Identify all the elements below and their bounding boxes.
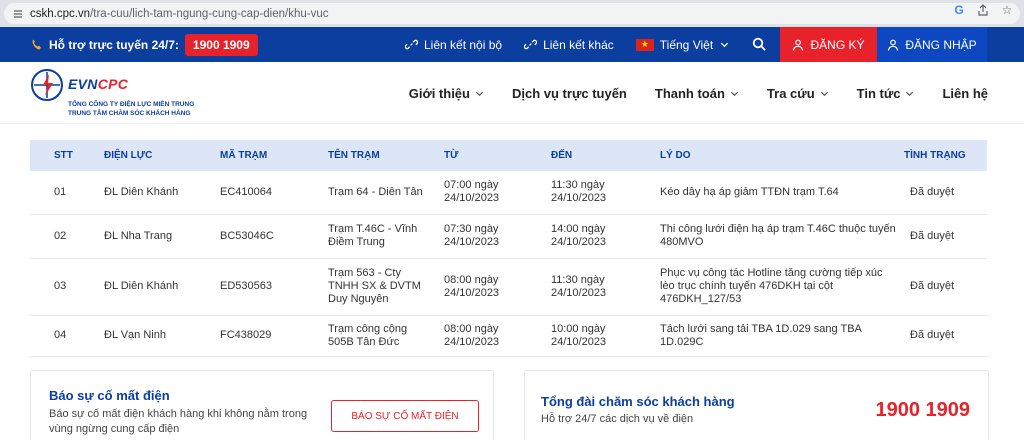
cell-tinh-trang: Đã duyệt: [910, 329, 955, 341]
share-icon[interactable]: [976, 3, 990, 17]
login-button[interactable]: ĐĂNG NHẬP: [877, 27, 987, 62]
support-hotline-number[interactable]: 1900 1909: [875, 399, 970, 422]
nav-item-thanh-toan[interactable]: Thanh toán: [655, 86, 739, 101]
support-card-description: Hỗ trợ 24/7 các dịch vụ về điện: [541, 413, 694, 425]
cell-dien-luc: ĐL Vạn Ninh: [104, 329, 166, 341]
site-header: EVNCPC TỔNG CÔNG TY ĐIỆN LỰC MIỀN TRUNG …: [0, 62, 1024, 124]
cell-ly-do: Tách lưới sang tải TBA 1D.029 sang TBA 1…: [660, 322, 862, 348]
report-outage-button[interactable]: BÁO SỰ CỐ MẤT ĐIỆN: [331, 400, 479, 432]
chevron-down-icon: [475, 89, 484, 98]
browser-toolbar: cskh.cpc.vn/tra-cuu/lich-tam-ngung-cung-…: [0, 0, 1024, 27]
report-card-description: Báo sự cố mất điện khách hàng khi không …: [49, 408, 308, 435]
report-outage-card: Báo sự cố mất điện Báo sự cố mất điện kh…: [30, 370, 494, 440]
logo-subtitle-2: TRUNG TÂM CHĂM SÓC KHÁCH HÀNG: [68, 110, 191, 117]
cell-ten-tram: Trạm 563 - Cty TNHH SX & DVTM Duy Nguyên: [328, 267, 421, 305]
address-bar[interactable]: cskh.cpc.vn/tra-cuu/lich-tam-ngung-cung-…: [4, 3, 1020, 24]
logo-wordmark: EVNCPC: [68, 76, 129, 92]
cell-ma-tram: FC438029: [220, 329, 272, 341]
cell-dien-luc: ĐL Diên Khánh: [104, 185, 179, 198]
nav-item-gioi-thieu[interactable]: Giới thiệu: [409, 86, 484, 101]
table-header-row: STT ĐIỆN LỰC MÃ TRẠM TÊN TRẠM TỪ ĐẾN LÝ …: [30, 140, 987, 171]
header-tinh-trang: TÌNH TRẠNG: [904, 150, 966, 161]
google-icon[interactable]: G: [952, 3, 966, 17]
header-den: ĐẾN: [551, 150, 573, 161]
language-selector[interactable]: ★ Tiếng Việt: [635, 38, 729, 52]
chevron-down-icon: [905, 89, 914, 98]
nav-item-tra-cuu[interactable]: Tra cứu: [767, 86, 829, 101]
cell-tu: 08:00 ngày 24/10/2023: [444, 322, 500, 348]
hotline-number[interactable]: 1900 1909: [184, 33, 258, 56]
cell-stt: 03: [54, 280, 67, 292]
cell-tu: 07:30 ngày 24/10/2023: [444, 223, 500, 248]
report-card-title: Báo sự cố mất điện: [49, 388, 170, 403]
site-info-icon[interactable]: [12, 8, 24, 20]
evncpc-logo[interactable]: EVNCPC TỔNG CÔNG TY ĐIỆN LỰC MIỀN TRUNG …: [30, 68, 220, 120]
internal-link[interactable]: Liên kết nội bộ: [405, 38, 502, 52]
cell-tinh-trang: Đã duyệt: [910, 280, 955, 292]
register-button[interactable]: ĐĂNG KÝ: [780, 27, 877, 62]
cell-dien-luc: ĐL Nha Trang: [104, 229, 173, 242]
cell-stt: 02: [54, 229, 67, 242]
link-icon: [405, 38, 418, 51]
cell-stt: 01: [54, 185, 67, 198]
cell-ly-do: Kéo dây hạ áp giảm TTĐN trạm T.64: [660, 185, 839, 198]
search-icon[interactable]: [752, 37, 767, 52]
external-link[interactable]: Liên kết khác: [524, 38, 614, 52]
phone-icon: [30, 38, 44, 52]
main-nav: Giới thiệu Dịch vụ trực tuyến Thanh toán…: [381, 62, 988, 124]
header-stt: STT: [54, 150, 73, 161]
cell-ten-tram: Trạm T.46C - Vĩnh Điềm Trung: [328, 223, 418, 248]
table-row: 01 ĐL Diên Khánh EC410064 Trạm 64 - Diên…: [30, 171, 987, 214]
header-ten-tram: TÊN TRẠM: [328, 150, 380, 161]
cell-tu: 07:00 ngày 24/10/2023: [444, 179, 500, 205]
vietnam-flag-icon: ★: [635, 38, 654, 51]
header-ly-do: LÝ DO: [660, 150, 691, 161]
hotline: Hỗ trợ trực tuyến 24/7: 1900 1909: [30, 27, 258, 62]
chevron-down-icon: [720, 40, 729, 49]
cell-ly-do: Thi công lưới điện hạ áp trạm T.46C thuộ…: [660, 223, 896, 248]
cell-stt: 04: [54, 329, 67, 341]
cell-den: 14:00 ngày 24/10/2023: [551, 223, 607, 248]
header-tu: TỪ: [444, 150, 459, 161]
header-ma-tram: MÃ TRẠM: [220, 150, 268, 161]
nav-item-lien-he[interactable]: Liên hệ: [942, 86, 988, 101]
header-dien-luc: ĐIỆN LỰC: [104, 150, 153, 161]
cell-den: 11:30 ngày 24/10/2023: [551, 273, 607, 299]
cell-den: 10:00 ngày 24/10/2023: [551, 322, 607, 348]
support-hotline-card: Tổng đài chăm sóc khách hàng Hỗ trợ 24/7…: [524, 370, 989, 440]
hotline-label: Hỗ trợ trực tuyến 24/7:: [49, 37, 179, 52]
cell-dien-luc: ĐL Diên Khánh: [104, 280, 179, 292]
bookmark-star-icon[interactable]: ☆: [1000, 3, 1014, 17]
chevron-down-icon: [820, 89, 829, 98]
nav-item-dich-vu[interactable]: Dịch vụ trực tuyến: [512, 86, 627, 101]
support-card-title: Tổng đài chăm sóc khách hàng: [541, 394, 735, 409]
cell-ma-tram: EC410064: [220, 185, 272, 198]
nav-item-tin-tuc[interactable]: Tin tức: [857, 86, 915, 101]
table-row: 03 ĐL Diên Khánh ED530563 Trạm 563 - Cty…: [30, 258, 987, 315]
cell-tinh-trang: Đã duyệt: [910, 229, 955, 242]
user-icon: [792, 39, 804, 51]
cell-tu: 08:00 ngày 24/10/2023: [444, 273, 500, 299]
logo-subtitle-1: TỔNG CÔNG TY ĐIỆN LỰC MIỀN TRUNG: [68, 101, 195, 108]
cell-ma-tram: ED530563: [220, 280, 272, 292]
link-icon: [524, 38, 538, 51]
url-text: cskh.cpc.vn/tra-cuu/lich-tam-ngung-cung-…: [30, 7, 329, 20]
cell-den: 11:30 ngày 24/10/2023: [551, 179, 607, 205]
cell-ly-do: Phục vụ công tác Hotline tăng cường tiếp…: [660, 267, 883, 305]
cell-ma-tram: BC53046C: [220, 229, 274, 242]
table-row: 02 ĐL Nha Trang BC53046C Trạm T.46C - Vĩ…: [30, 214, 987, 258]
evn-logo-icon: [30, 68, 64, 102]
cell-ten-tram: Trạm công cộng 505B Tân Đức: [328, 322, 408, 348]
cell-tinh-trang: Đã duyệt: [910, 185, 955, 198]
table-row: 04 ĐL Vạn Ninh FC438029 Trạm công cộng 5…: [30, 315, 987, 356]
chevron-down-icon: [730, 89, 739, 98]
outage-schedule-table: STT ĐIỆN LỰC MÃ TRẠM TÊN TRẠM TỪ ĐẾN LÝ …: [30, 140, 987, 357]
cell-ten-tram: Trạm 64 - Diên Tân: [328, 185, 423, 198]
user-icon: [887, 39, 899, 51]
